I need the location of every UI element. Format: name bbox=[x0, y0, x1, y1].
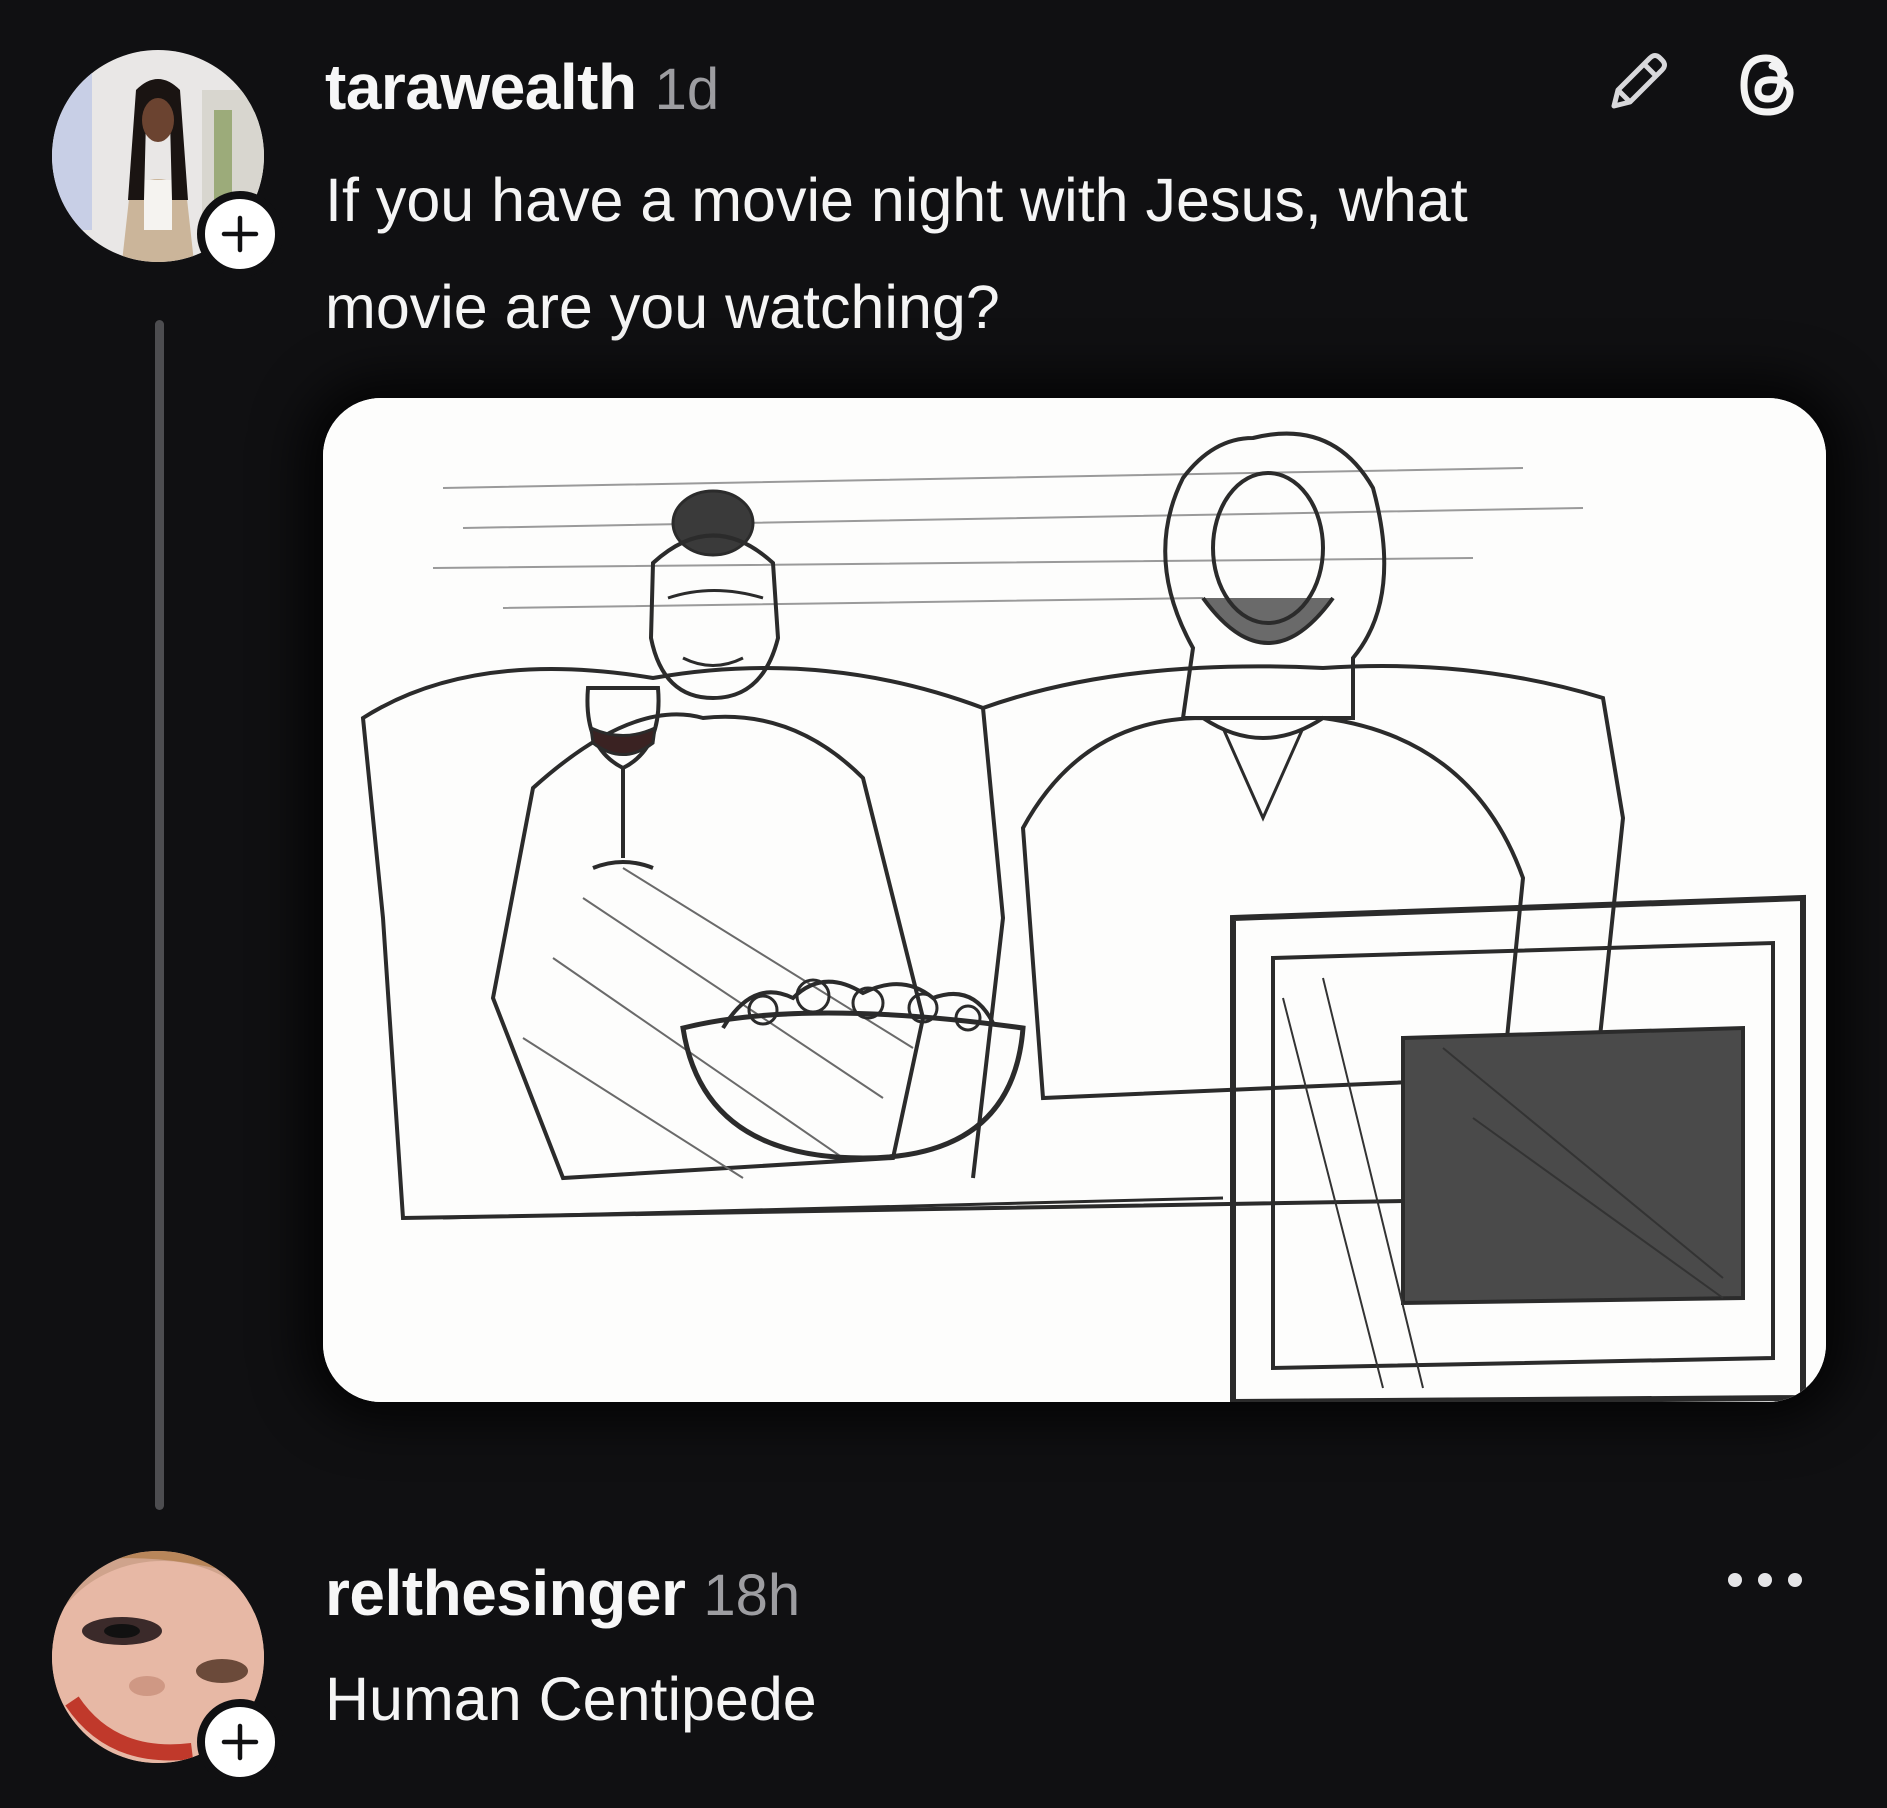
reply-header: relthesinger 18h bbox=[325, 1556, 800, 1630]
threads-logo-icon[interactable] bbox=[1728, 44, 1806, 126]
follow-plus-badge[interactable] bbox=[197, 191, 283, 277]
post-image[interactable] bbox=[323, 398, 1826, 1402]
edit-icon[interactable] bbox=[1600, 44, 1676, 120]
post-text: If you have a movie night with Jesus, wh… bbox=[325, 166, 1468, 341]
post-header: tarawealth 1d bbox=[325, 50, 719, 124]
username[interactable]: tarawealth bbox=[325, 50, 637, 124]
reply-text: Human Centipede bbox=[325, 1665, 817, 1733]
username[interactable]: relthesinger bbox=[325, 1556, 686, 1630]
plus-icon bbox=[221, 1723, 259, 1761]
sketch-illustration bbox=[323, 398, 1826, 1402]
thread-connector-line bbox=[155, 320, 164, 1510]
post-time: 1d bbox=[654, 57, 720, 122]
more-options-icon[interactable] bbox=[1720, 1562, 1810, 1598]
plus-icon bbox=[221, 215, 259, 253]
post-time: 18h bbox=[703, 1563, 801, 1628]
follow-plus-badge[interactable] bbox=[197, 1699, 283, 1785]
